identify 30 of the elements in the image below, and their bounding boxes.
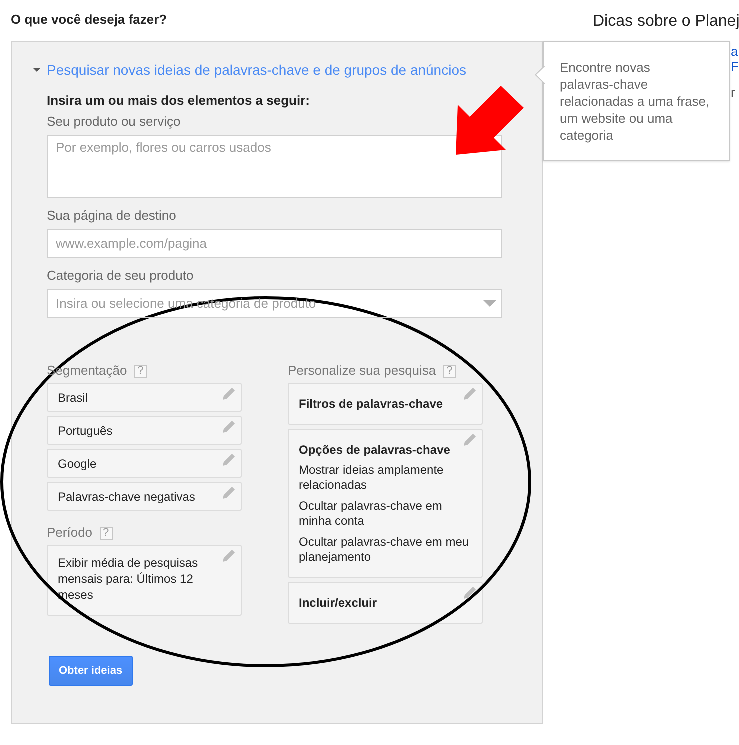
option-title: Opções de palavras-chave [299, 442, 452, 458]
text-area[interactable]: Por exemplo, flores ou carros usados [47, 135, 502, 198]
tooltip-text: Encontre novas palavras-chave relacionadas a uma frase, um website ou uma categoria [560, 59, 711, 144]
targeting-item[interactable]: Google [47, 449, 242, 478]
annotation-arrow [456, 86, 524, 155]
field-label: Categoria de seu produto [47, 268, 195, 284]
option-text: Ocultar palavras-chave em meu planejamento [299, 535, 470, 565]
option-card[interactable]: Opções de palavras-chave Mostrar ideias amplamente relacionadas Ocultar palavras-chave em minha conta Ocultar palavras-chave em meu planejamento [288, 429, 483, 578]
group-label: Período [47, 525, 93, 541]
option-text: Mostrar ideias amplamente relacionadas [299, 463, 445, 493]
input-field[interactable]: www.example.com/pagina [47, 229, 502, 258]
instruction-text: Insira um ou mais dos elementos a seguir: [47, 93, 311, 109]
targeting-item[interactable]: Brasil [47, 383, 242, 412]
link-fragment[interactable]: a [731, 44, 738, 59]
option-card[interactable]: Incluir/excluir [288, 582, 483, 624]
option-title: Incluir/excluir [299, 595, 378, 611]
pencil-icon[interactable] [464, 587, 476, 599]
targeting-item[interactable]: Palavras-chave negativas [47, 482, 242, 511]
option-text: Ocultar palavras-chave em minha conta [299, 499, 444, 529]
page-heading: O que você deseja fazer? [11, 12, 168, 28]
option-title: Filtros de palavras-chave [299, 396, 444, 412]
text-fragment: r [731, 85, 736, 100]
field-label: Sua página de destino [47, 208, 178, 224]
group-label: Personalize sua pesquisa [288, 363, 436, 379]
link-fragment[interactable]: F [731, 59, 739, 74]
caret-icon[interactable] [33, 68, 41, 72]
tips-heading: Dicas sobre o Planej [593, 13, 739, 31]
targeting-item[interactable]: Português [47, 416, 242, 445]
option-card[interactable]: Filtros de palavras-chave [288, 383, 483, 425]
field-label: Seu produto ou serviço [47, 114, 182, 130]
